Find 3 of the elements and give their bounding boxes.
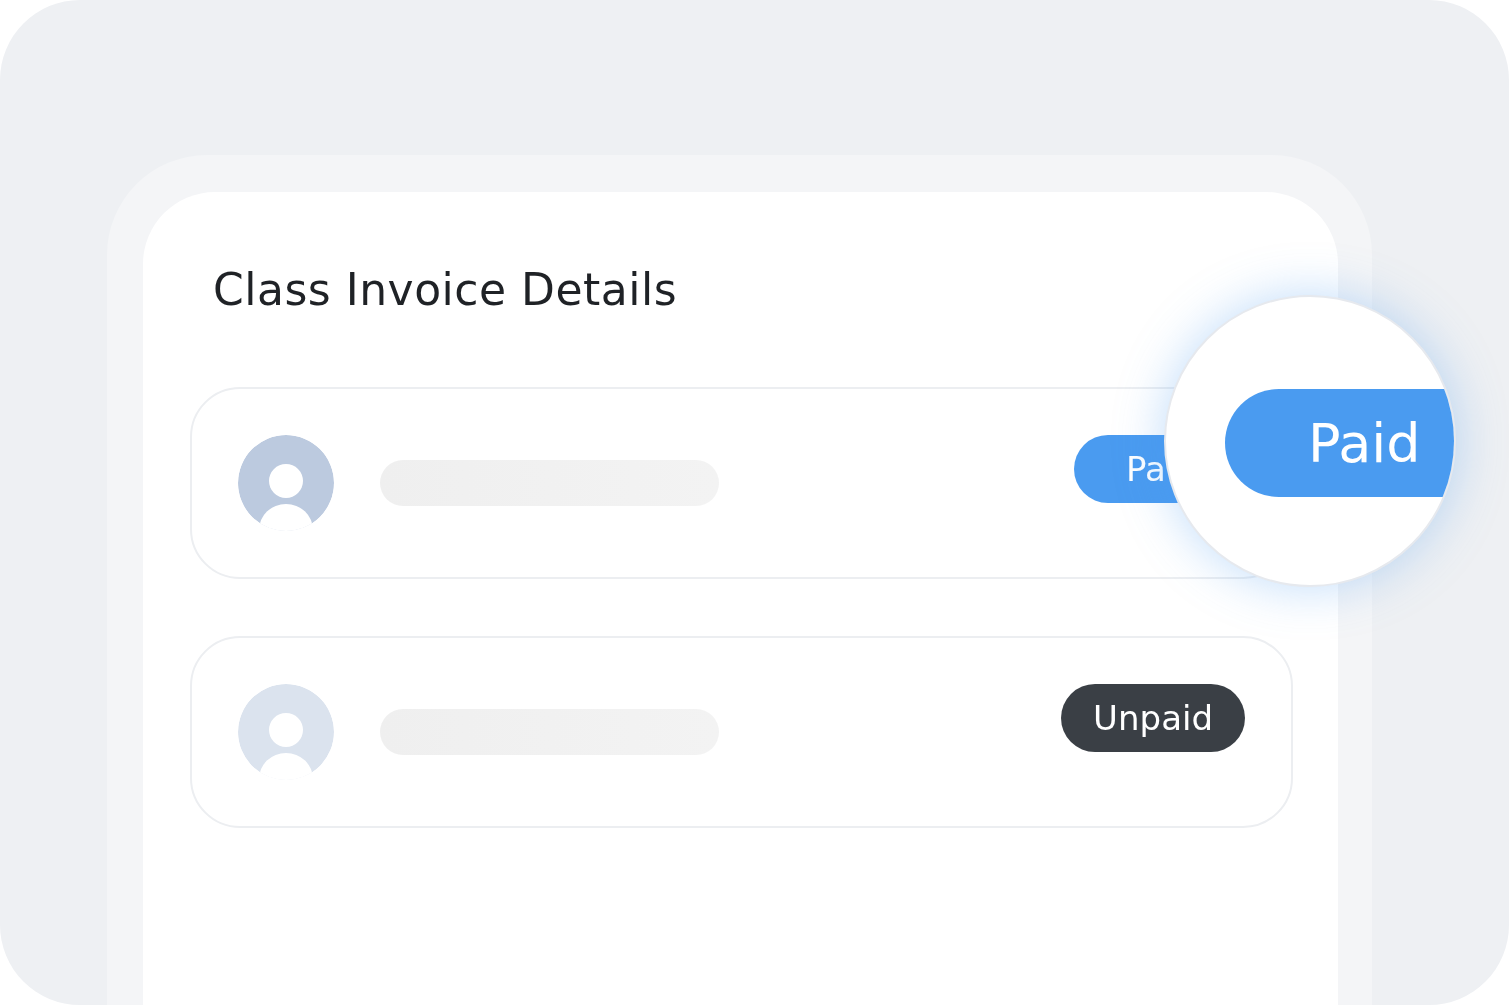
status-badge: Paid [1225, 389, 1454, 497]
status-badge: Unpaid [1061, 684, 1245, 752]
page-title: Class Invoice Details [213, 264, 679, 315]
